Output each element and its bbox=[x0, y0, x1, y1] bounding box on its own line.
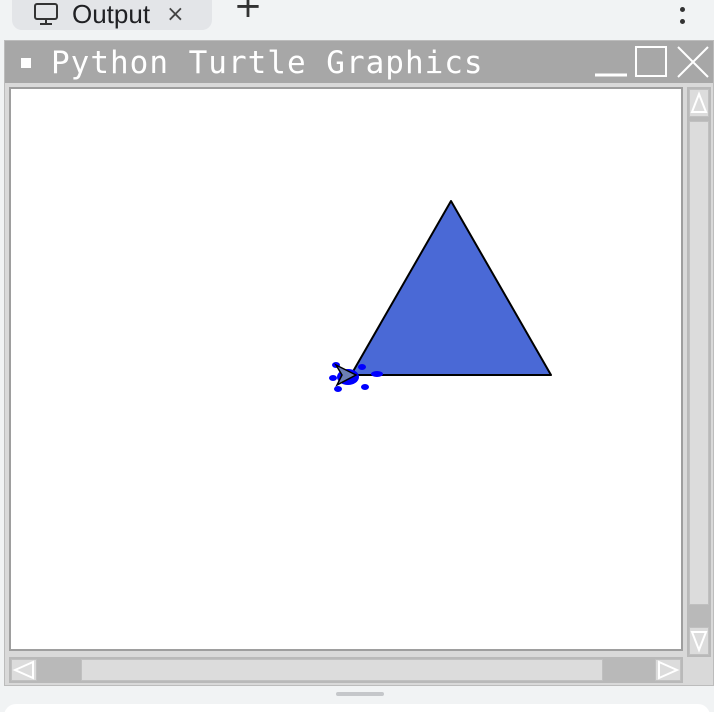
tab-output[interactable]: Output × bbox=[12, 0, 212, 30]
kebab-menu-icon[interactable] bbox=[672, 0, 692, 24]
tab-bar: Output × + bbox=[0, 0, 714, 40]
window-menu-icon[interactable] bbox=[21, 58, 31, 68]
turtle-window-titlebar[interactable]: Python Turtle Graphics bbox=[5, 41, 713, 83]
panel-resize-handle[interactable] bbox=[336, 692, 384, 696]
scroll-left-icon[interactable] bbox=[11, 659, 37, 681]
monitor-icon bbox=[32, 2, 62, 26]
horizontal-scrollbar[interactable] bbox=[9, 657, 683, 683]
turtle-canvas[interactable] bbox=[11, 89, 681, 649]
vertical-scroll-thumb[interactable] bbox=[689, 121, 709, 605]
tab-close-icon[interactable]: × bbox=[166, 2, 184, 27]
scroll-up-icon[interactable] bbox=[689, 89, 709, 117]
horizontal-scroll-thumb[interactable] bbox=[81, 659, 603, 681]
window-title: Python Turtle Graphics bbox=[51, 45, 484, 81]
scroll-down-icon[interactable] bbox=[689, 627, 709, 655]
tab-output-label: Output bbox=[72, 0, 151, 29]
new-tab-button[interactable]: + bbox=[232, 0, 264, 26]
filled-triangle bbox=[350, 200, 552, 376]
maximize-icon[interactable] bbox=[633, 45, 669, 79]
bottom-panel bbox=[4, 704, 710, 712]
close-icon[interactable] bbox=[675, 45, 711, 79]
scroll-right-icon[interactable] bbox=[655, 659, 681, 681]
turtle-canvas-frame bbox=[9, 87, 683, 651]
app-root: Output × + Python Turtle Graphics bbox=[0, 0, 714, 712]
turtle-window: Python Turtle Graphics bbox=[4, 40, 714, 686]
minimize-icon[interactable] bbox=[593, 45, 629, 79]
vertical-scrollbar[interactable] bbox=[687, 87, 711, 657]
